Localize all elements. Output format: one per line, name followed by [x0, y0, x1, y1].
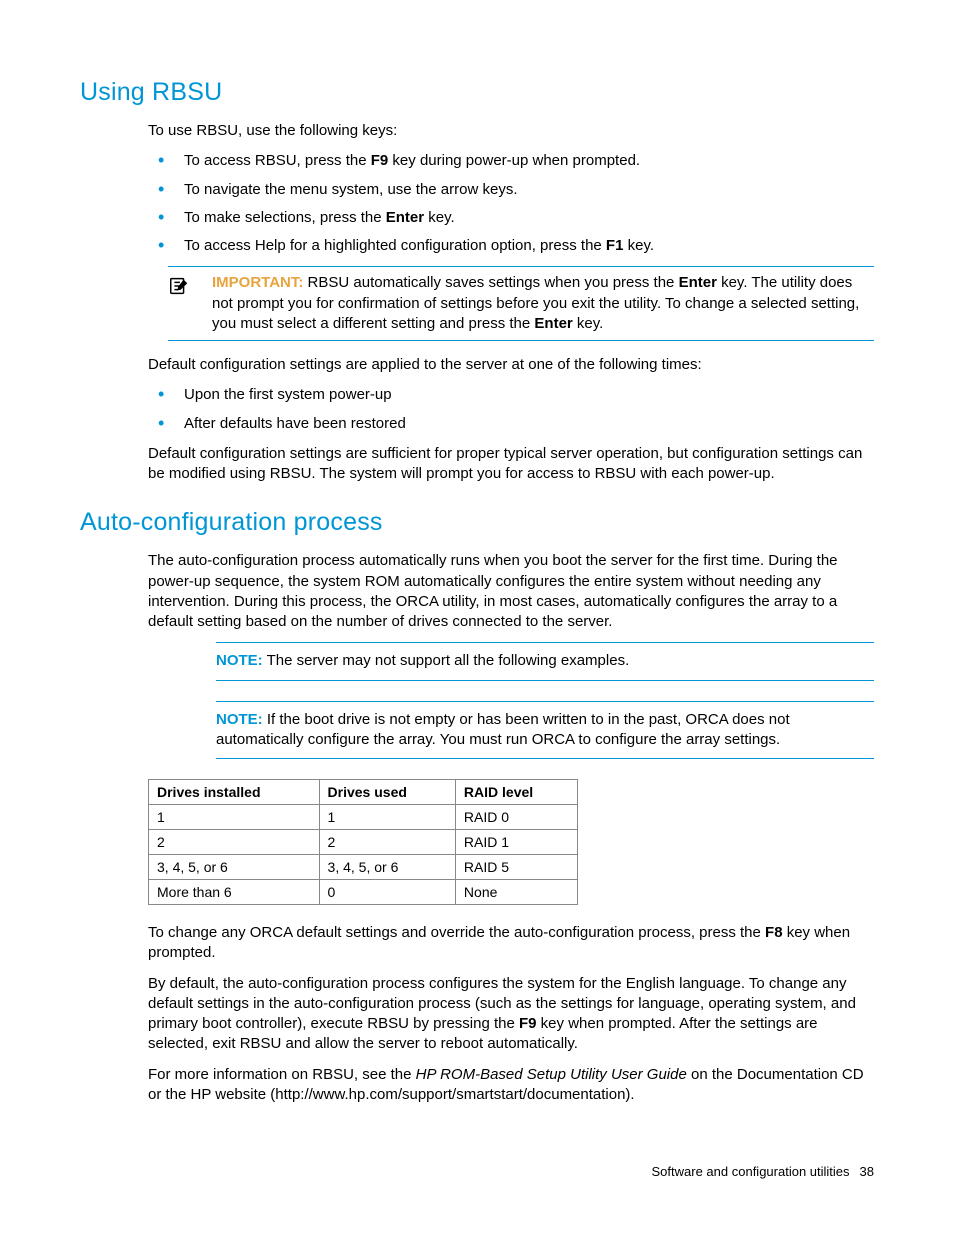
text: RBSU automatically saves settings when y…	[303, 274, 678, 291]
doc-title-italic: HP ROM-Based Setup Utility User Guide	[416, 1066, 687, 1083]
table-cell: 0	[319, 880, 455, 905]
important-label: IMPORTANT:	[212, 274, 303, 291]
note-text: The server may not support all the follo…	[263, 652, 630, 669]
footer-section-title: Software and configuration utilities	[652, 1164, 850, 1179]
table-cell: 3, 4, 5, or 6	[149, 855, 320, 880]
text: key.	[424, 209, 455, 226]
note-text: If the boot drive is not empty or has be…	[216, 711, 790, 748]
body-text: To change any ORCA default settings and …	[148, 923, 874, 964]
table-cell: 1	[149, 805, 320, 830]
key-name: Enter	[679, 274, 717, 291]
table-cell: 3, 4, 5, or 6	[319, 855, 455, 880]
key-name: F1	[606, 237, 624, 254]
table-header-row: Drives installed Drives used RAID level	[149, 780, 578, 805]
intro-text: To use RBSU, use the following keys:	[148, 121, 874, 141]
bullet-item: Upon the first system power-up	[148, 385, 874, 405]
section1-body: To use RBSU, use the following keys: To …	[148, 121, 874, 484]
important-icon	[168, 273, 212, 334]
note-callout-2: NOTE: If the boot drive is not empty or …	[216, 701, 874, 760]
text: To access Help for a highlighted configu…	[184, 237, 606, 254]
table-header: Drives installed	[149, 780, 320, 805]
table-cell: More than 6	[149, 880, 320, 905]
body-text: For more information on RBSU, see the HP…	[148, 1065, 874, 1106]
table-header: Drives used	[319, 780, 455, 805]
text: To change any ORCA default settings and …	[148, 924, 765, 941]
key-name: F9	[371, 152, 389, 169]
raid-table: Drives installed Drives used RAID level …	[148, 779, 578, 905]
page-number: 38	[860, 1164, 874, 1179]
text: key during power-up when prompted.	[388, 152, 640, 169]
important-text: IMPORTANT: RBSU automatically saves sett…	[212, 273, 874, 334]
bullet-item: To access Help for a highlighted configu…	[148, 236, 874, 256]
section2-body: The auto-configuration process automatic…	[148, 551, 874, 1105]
body-text: Default configuration settings are appli…	[148, 355, 874, 375]
key-name: F9	[519, 1015, 537, 1032]
table-cell: 2	[319, 830, 455, 855]
text: key.	[623, 237, 654, 254]
table-row: 3, 4, 5, or 6 3, 4, 5, or 6 RAID 5	[149, 855, 578, 880]
bullet-list-times: Upon the first system power-up After def…	[148, 385, 874, 434]
text: To navigate the menu system, use the arr…	[184, 181, 518, 198]
body-text: The auto-configuration process automatic…	[148, 551, 874, 632]
important-callout: IMPORTANT: RBSU automatically saves sett…	[168, 266, 874, 341]
body-text: Default configuration settings are suffi…	[148, 444, 874, 485]
table-cell: RAID 5	[455, 855, 577, 880]
heading-auto-config: Auto-configuration process	[80, 508, 874, 537]
table-cell: None	[455, 880, 577, 905]
key-name: F8	[765, 924, 783, 941]
text: To access RBSU, press the	[184, 152, 371, 169]
text: For more information on RBSU, see the	[148, 1066, 416, 1083]
text: To make selections, press the	[184, 209, 386, 226]
bullet-item: To access RBSU, press the F9 key during …	[148, 151, 874, 171]
note-callout-1: NOTE: The server may not support all the…	[216, 642, 874, 680]
table-cell: RAID 0	[455, 805, 577, 830]
table-row: 1 1 RAID 0	[149, 805, 578, 830]
body-text: By default, the auto-configuration proce…	[148, 974, 874, 1055]
table-cell: 1	[319, 805, 455, 830]
table-row: 2 2 RAID 1	[149, 830, 578, 855]
bullet-item: After defaults have been restored	[148, 414, 874, 434]
key-name: Enter	[534, 315, 572, 332]
page-footer: Software and configuration utilities 38	[652, 1164, 874, 1179]
bullet-list-keys: To access RBSU, press the F9 key during …	[148, 151, 874, 256]
note-label: NOTE:	[216, 652, 263, 669]
table-cell: 2	[149, 830, 320, 855]
text: key.	[573, 315, 604, 332]
bullet-item: To make selections, press the Enter key.	[148, 208, 874, 228]
bullet-item: To navigate the menu system, use the arr…	[148, 180, 874, 200]
note-label: NOTE:	[216, 711, 263, 728]
table-cell: RAID 1	[455, 830, 577, 855]
key-name: Enter	[386, 209, 424, 226]
page: Using RBSU To use RBSU, use the followin…	[0, 0, 954, 1235]
table-row: More than 6 0 None	[149, 880, 578, 905]
heading-using-rbsu: Using RBSU	[80, 78, 874, 107]
table-header: RAID level	[455, 780, 577, 805]
